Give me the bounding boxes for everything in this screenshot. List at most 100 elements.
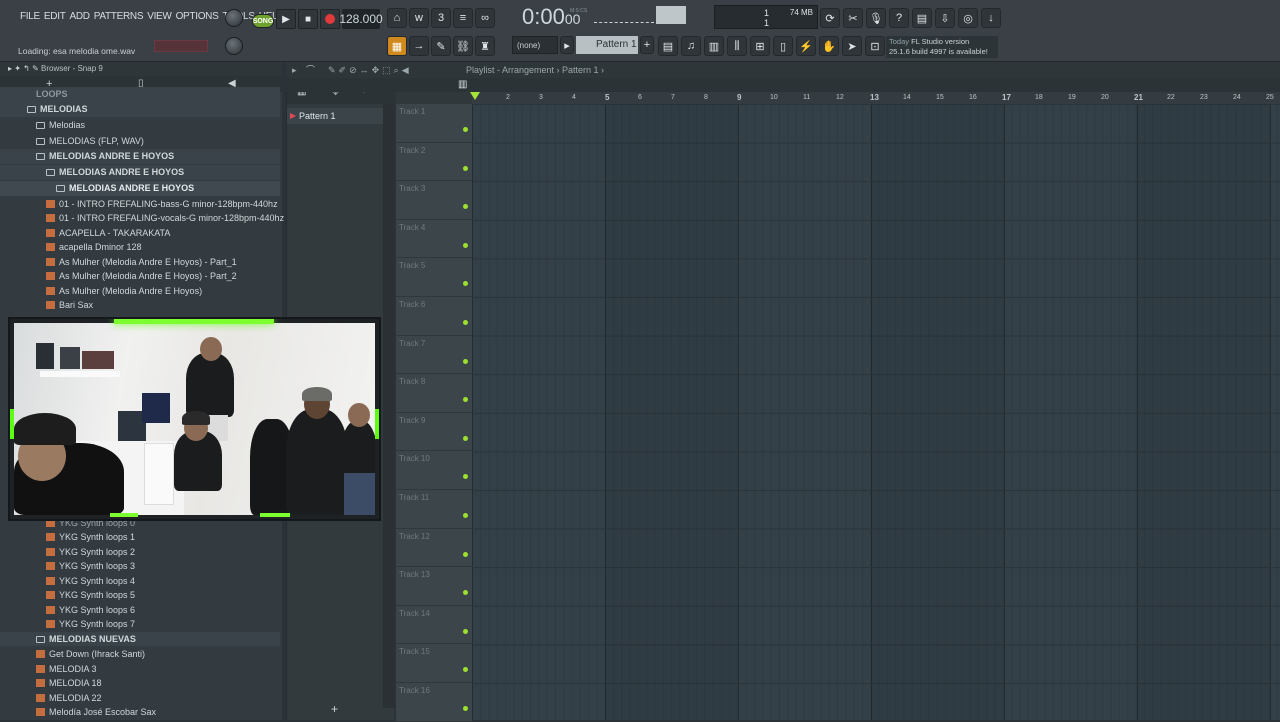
track-header[interactable]: Track 11 (396, 490, 472, 529)
cut-icon[interactable]: ✂ (843, 8, 863, 28)
record-button[interactable] (320, 9, 340, 29)
menu-add[interactable]: ADD (68, 11, 92, 22)
list-item[interactable]: As Mulher (Melodia Andre E Hoyos) (0, 284, 280, 299)
touch-keyboard-icon[interactable]: ➤ (842, 36, 862, 56)
playlist-icon[interactable]: ▤ (658, 36, 678, 56)
shop-icon[interactable]: ⊡ (865, 36, 885, 56)
track-enable-led[interactable] (463, 242, 468, 248)
brush-icon[interactable]: ✎ (431, 36, 451, 56)
link-icon[interactable]: ⛓ (453, 36, 473, 56)
mixer-icon[interactable]: ⫼ (727, 36, 747, 56)
track-header[interactable]: Track 12 (396, 528, 472, 568)
track-enable-led[interactable] (463, 435, 468, 441)
wait-input-icon[interactable]: w (409, 8, 429, 28)
channel-rack-icon[interactable]: ▥ (704, 36, 724, 56)
list-item[interactable]: Bari Sax (0, 298, 280, 313)
track-enable-led[interactable] (463, 204, 468, 210)
track-enable-led[interactable] (463, 281, 468, 287)
track-header[interactable]: Track 9 (396, 412, 472, 452)
song-mode-toggle[interactable]: SONG (252, 14, 274, 28)
news-panel[interactable]: Today FL Studio version 25.1.6 build 499… (886, 36, 998, 58)
arrow-right-icon[interactable]: → (409, 36, 429, 56)
help-icon[interactable]: ? (889, 8, 909, 28)
plugin-icon[interactable]: ⚡ (796, 36, 816, 56)
track-enable-led[interactable] (463, 397, 468, 403)
track-header[interactable]: Track 5 (396, 258, 472, 297)
track-header[interactable]: Track 13 (396, 567, 472, 606)
menu-file[interactable]: FILE (18, 11, 42, 22)
snap-icon[interactable]: ▦ (387, 36, 407, 56)
track-header[interactable]: Track 14 (396, 605, 472, 645)
magnet-icon[interactable]: ⌒ (306, 62, 315, 78)
list-item[interactable]: MELODIAS ANDRE E HOYOS (0, 149, 280, 164)
countdown-icon[interactable]: 3 (431, 8, 451, 28)
list-item[interactable]: MELODIA 18 (0, 676, 280, 691)
loop-record-icon[interactable]: ∞ (475, 8, 495, 28)
download-icon[interactable]: ↓ (981, 8, 1001, 28)
track-enable-led[interactable] (463, 551, 468, 557)
list-item[interactable]: Melodias (0, 118, 280, 133)
tempo-tapper-icon[interactable]: ✋ (819, 36, 839, 56)
playlist-grid[interactable] (472, 104, 1280, 720)
metronome-icon[interactable]: ⌂ (387, 8, 407, 28)
track-enable-led[interactable] (463, 474, 468, 480)
snap-select[interactable]: (none) (512, 36, 558, 54)
playhead-marker[interactable] (470, 92, 480, 100)
pattern-add-icon[interactable]: + (640, 36, 654, 54)
track-enable-led[interactable] (463, 590, 468, 596)
master-pitch-knob[interactable] (225, 37, 243, 55)
tempo-display[interactable]: 128.000 (339, 9, 383, 29)
list-item[interactable]: MELODIA 22 (0, 691, 280, 706)
list-item[interactable]: YKG Synth loops 6 (0, 603, 280, 618)
stamp-icon[interactable]: ♜ (475, 36, 495, 56)
list-item[interactable]: 01 - INTRO FREFALING-bass-G minor-128bpm… (0, 197, 280, 212)
list-item[interactable]: MELODIA 3 (0, 662, 280, 677)
list-item[interactable]: acapella Dminor 128 (0, 240, 280, 255)
list-item[interactable]: YKG Synth loops 5 (0, 588, 280, 603)
list-item[interactable]: MELODIAS (0, 102, 280, 117)
track-header[interactable]: Track 15 (396, 644, 472, 683)
track-enable-led[interactable] (463, 358, 468, 364)
refresh-icon[interactable]: ⟳ (820, 8, 840, 28)
step-edit-icon[interactable]: ≡ (453, 8, 473, 28)
list-item[interactable]: YKG Synth loops 3 (0, 559, 280, 574)
track-enable-led[interactable] (463, 513, 468, 518)
list-item[interactable]: YKG Synth loops 2 (0, 545, 280, 560)
list-item[interactable]: YKG Synth loops 7 (0, 617, 280, 632)
menu-edit[interactable]: EDIT (42, 11, 68, 22)
track-header[interactable]: Track 8 (396, 374, 472, 413)
track-enable-led[interactable] (463, 320, 468, 325)
track-header[interactable]: Track 2 (396, 142, 472, 182)
list-item[interactable]: LOOPS (0, 87, 280, 102)
pattern-select[interactable]: Pattern 1 (576, 36, 638, 54)
render-icon[interactable]: ⇩ (935, 8, 955, 28)
stop-button[interactable]: ■ (298, 9, 318, 29)
list-item[interactable]: As Mulher (Melodia Andre E Hoyos) - Part… (0, 269, 280, 284)
track-header[interactable]: Track 16 (396, 683, 472, 722)
piano-roll-icon[interactable]: ♫ (681, 36, 701, 56)
track-header[interactable]: Track 3 (396, 181, 472, 220)
track-header[interactable]: Track 7 (396, 335, 472, 375)
browser-icon[interactable]: ⊞ (750, 36, 770, 56)
timeline-ruler[interactable]: 2 3 4 5 6 7 8 9 10 11 12 13 14 15 16 17 … (472, 92, 1280, 104)
play-button[interactable]: ▶ (276, 9, 296, 29)
track-enable-led[interactable] (463, 667, 468, 673)
playlist-tools-icon[interactable]: ✎✐⊘↔✥⬚⌕◀ (328, 62, 412, 78)
list-item[interactable]: Melodía José Escobar Sax (0, 705, 280, 720)
list-item[interactable]: MELODIAS ANDRE E HOYOS (0, 165, 280, 180)
chat-icon[interactable]: ◎ (958, 8, 978, 28)
list-item[interactable]: MELODIAS NUEVAS (0, 631, 280, 646)
track-enable-led[interactable] (463, 165, 468, 171)
track-header[interactable]: Track 6 (396, 297, 472, 336)
save-icon[interactable]: ▤ (912, 8, 932, 28)
list-item[interactable]: Get Down (Ihrack Santi) (0, 647, 280, 662)
list-item[interactable]: MELODIAS ANDRE E HOYOS (0, 181, 280, 196)
master-volume-knob[interactable] (225, 9, 243, 27)
track-header[interactable]: Track 10 (396, 451, 472, 490)
track-enable-led[interactable] (463, 127, 468, 132)
track-enable-led[interactable] (463, 706, 468, 711)
track-enable-led[interactable] (463, 628, 468, 634)
list-item[interactable]: MELODIAS (FLP, WAV) (0, 134, 280, 149)
plugin-database-icon[interactable]: ▯ (773, 36, 793, 56)
menu-options[interactable]: OPTIONS (174, 11, 221, 22)
